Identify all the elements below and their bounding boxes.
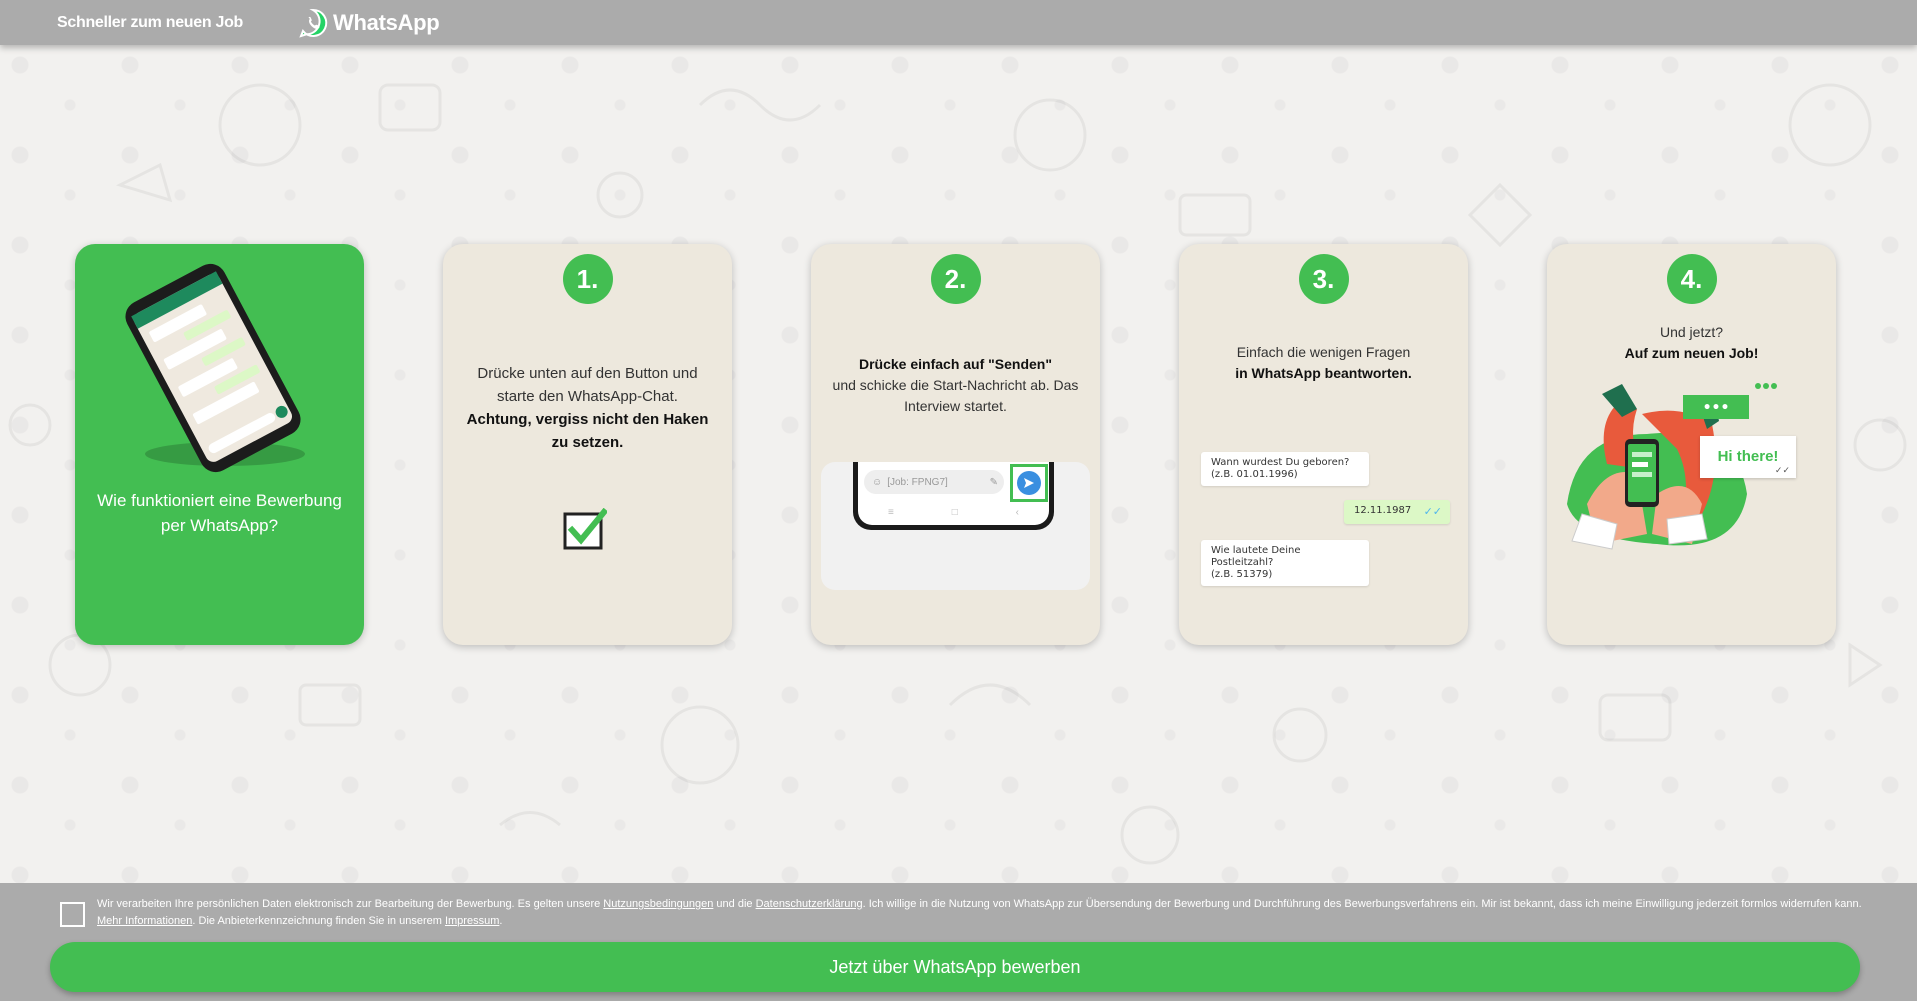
- step-2-text-bold: Drücke einfach auf "Senden": [859, 356, 1052, 372]
- step-card-4: 4. Und jetzt? Auf zum neuen Job! ••• Hi …: [1547, 244, 1836, 645]
- phone-frame: ☺ [Job: FPNG7] ✎ ≡ □ ‹: [853, 462, 1054, 530]
- header-tagline: Schneller zum neuen Job: [57, 13, 244, 31]
- more-info-link[interactable]: Mehr Informationen: [97, 915, 192, 927]
- message-input-text: [Job: FPNG7]: [887, 476, 948, 488]
- chat-q2-line2: (z.B. 51379): [1211, 569, 1273, 580]
- logo-text: WhatsApp: [333, 9, 440, 35]
- double-check-icon: ✓✓: [1774, 465, 1790, 475]
- checkbox-checked-icon: [563, 508, 607, 550]
- step-number-1: 1.: [562, 254, 613, 304]
- step-number-4: 4.: [1666, 254, 1717, 304]
- chat-q1-line2: (z.B. 01.01.1996): [1211, 469, 1298, 480]
- step-card-2: 2. Drücke einfach auf "Senden" und schic…: [811, 244, 1100, 645]
- nav-back-icon: ‹: [1015, 507, 1019, 518]
- send-button-highlight: [1010, 464, 1048, 502]
- step-number-2: 2.: [930, 254, 981, 304]
- step-1-text-plain: Drücke unten auf den Button und starte d…: [477, 365, 698, 405]
- step-1-text: Drücke unten auf den Button und starte d…: [457, 362, 718, 454]
- phone-nav-bar: ≡ □ ‹: [888, 507, 1019, 519]
- chat-a1-text: 12.11.1987: [1354, 505, 1412, 516]
- step-3-text-bold: in WhatsApp beantworten.: [1235, 365, 1412, 381]
- intro-caption: Wie funktioniert eine Bewerbung per What…: [97, 491, 342, 535]
- step-card-3: 3. Einfach die wenigen Fragen in WhatsAp…: [1179, 244, 1468, 645]
- step-3-text: Einfach die wenigen Fragen in WhatsApp b…: [1193, 342, 1454, 384]
- intro-card: Wie funktioniert eine Bewerbung per What…: [75, 244, 364, 645]
- typing-dots-icon: •••: [1703, 400, 1730, 416]
- privacy-link[interactable]: Datenschutzerklärung: [756, 898, 863, 910]
- hi-there-text: Hi there!: [1717, 448, 1779, 465]
- chat-bubble-question-1: Wann wurdest Du geboren? (z.B. 01.01.199…: [1201, 452, 1369, 486]
- consent-text-part: Wir verarbeiten Ihre persönlichen Daten …: [97, 898, 604, 910]
- chat-bubble-answer-1: 12.11.1987 ✓✓: [1344, 500, 1450, 524]
- consent-checkbox[interactable]: [60, 902, 85, 927]
- phone-send-illustration: ☺ [Job: FPNG7] ✎ ≡ □ ‹: [821, 462, 1090, 590]
- consent-footer: Wir verarbeiten Ihre persönlichen Daten …: [0, 883, 1917, 1001]
- top-header: Schneller zum neuen Job WhatsApp: [0, 0, 1917, 45]
- step-card-1: 1. Drücke unten auf den Button und start…: [443, 244, 732, 645]
- nav-menu-icon: ≡: [888, 507, 894, 518]
- attach-icon: ✎: [989, 476, 998, 488]
- step-4-text: Und jetzt? Auf zum neuen Job!: [1561, 322, 1822, 364]
- chat-q2-line1: Wie lautete Deine Postleitzahl?: [1211, 545, 1301, 568]
- step-2-text: Drücke einfach auf "Senden" und schicke …: [825, 354, 1086, 417]
- consent-text-part: .: [499, 915, 503, 927]
- step-1-text-bold: Achtung, vergiss nicht den Haken zu setz…: [466, 411, 709, 451]
- consent-text-part: . Die Anbieterkennzeichnung finden Sie i…: [192, 915, 445, 927]
- consent-text: Wir verarbeiten Ihre persönlichen Daten …: [97, 896, 1877, 930]
- nav-home-icon: □: [951, 507, 958, 518]
- consent-text-part: und die: [713, 898, 756, 910]
- apply-via-whatsapp-button[interactable]: Jetzt über WhatsApp bewerben: [50, 942, 1860, 992]
- step-2-text-plain: und schicke die Start-Nachricht ab. Das …: [832, 377, 1079, 414]
- step-number-3: 3.: [1298, 254, 1349, 304]
- step-4-text-bold: Auf zum neuen Job!: [1624, 345, 1759, 361]
- phone-chat-illustration: [125, 263, 305, 473]
- imprint-link[interactable]: Impressum: [445, 915, 499, 927]
- whatsapp-logo: WhatsApp: [297, 7, 440, 39]
- message-input-preview: ☺ [Job: FPNG7] ✎: [864, 470, 1004, 494]
- step-4-text-plain: Und jetzt?: [1659, 324, 1724, 340]
- double-check-icon: ✓✓: [1423, 505, 1442, 518]
- send-icon: [1017, 471, 1041, 495]
- chat-q1-line1: Wann wurdest Du geboren?: [1211, 457, 1350, 468]
- hi-there-bubble: Hi there! ✓✓: [1700, 436, 1796, 478]
- terms-link[interactable]: Nutzungsbedingungen: [603, 898, 713, 910]
- phone-screen: ☺ [Job: FPNG7] ✎ ≡ □ ‹: [858, 462, 1049, 525]
- step-3-text-plain: Einfach die wenigen Fragen: [1236, 344, 1411, 360]
- chat-bubble-question-2: Wie lautete Deine Postleitzahl? (z.B. 51…: [1201, 540, 1369, 586]
- emoji-icon: ☺: [872, 476, 883, 488]
- whatsapp-icon: [299, 8, 328, 38]
- consent-text-part: . Ich willige in die Nutzung von WhatsAp…: [862, 898, 1862, 910]
